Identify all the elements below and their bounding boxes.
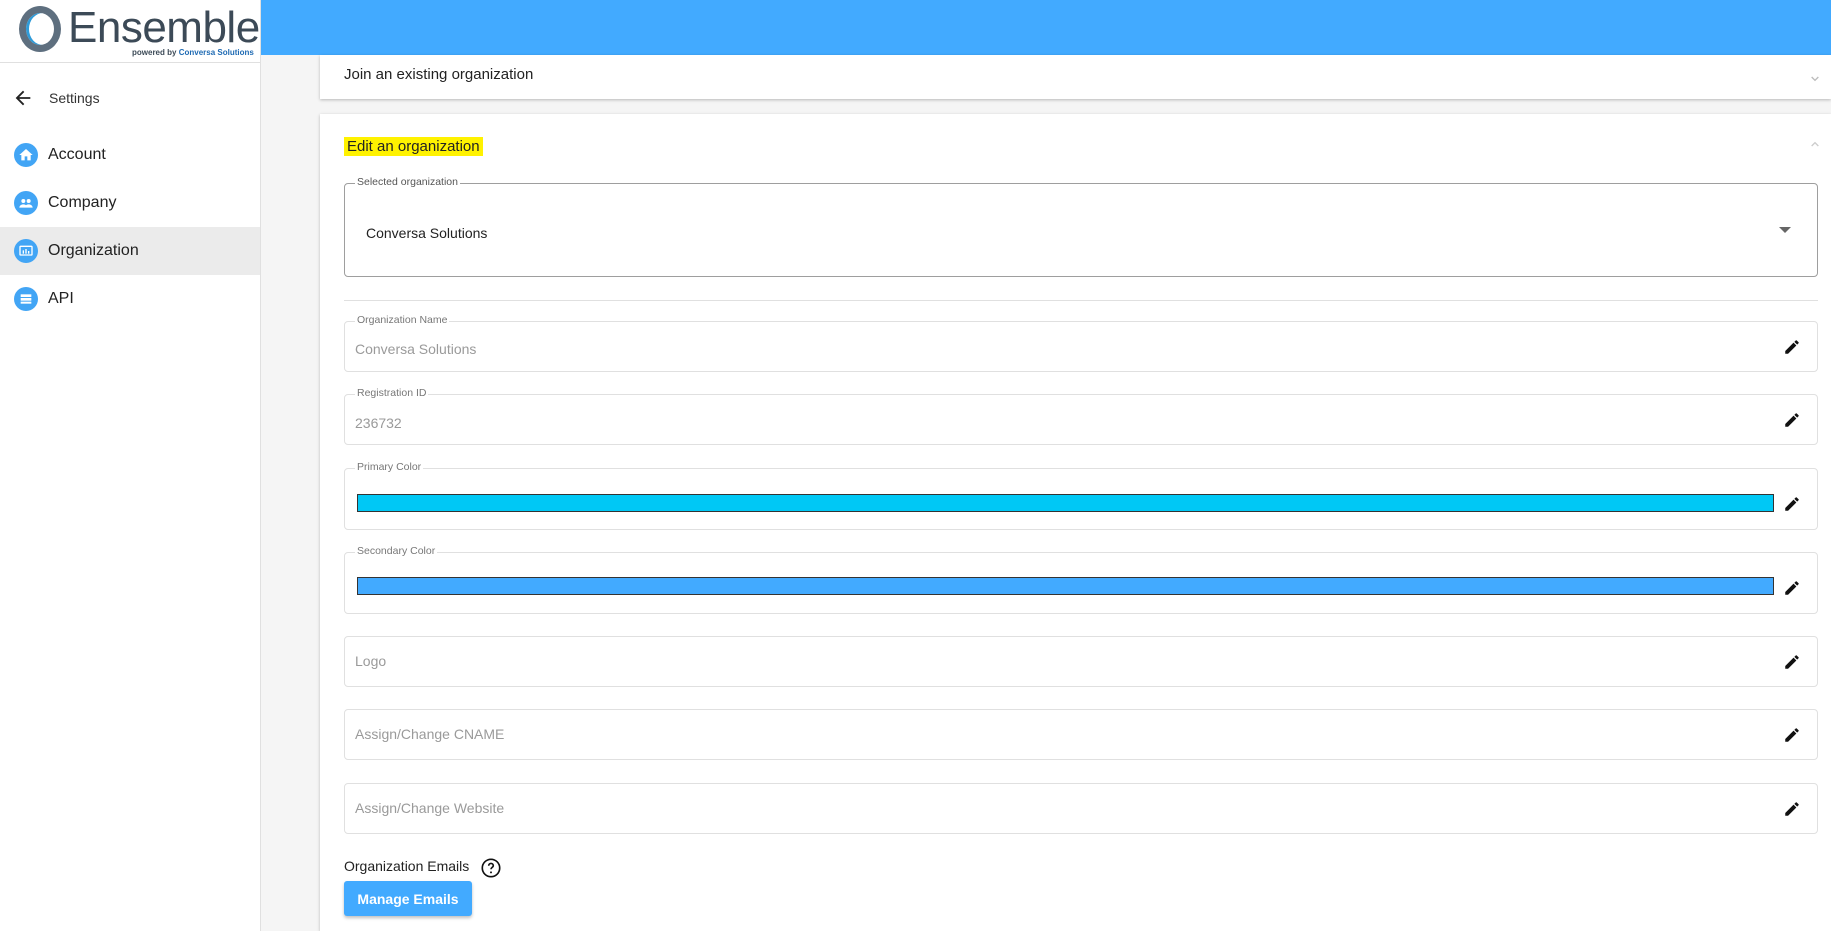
cname-field[interactable]: Assign/Change CNAME	[344, 709, 1818, 760]
sidebar-item-api[interactable]: API	[0, 275, 260, 323]
pencil-icon	[1785, 581, 1799, 595]
sidebar-item-label: Organization	[48, 242, 139, 259]
pencil-icon	[1785, 802, 1799, 816]
edit-secondary-color-button[interactable]	[1781, 577, 1803, 599]
cname-placeholder: Assign/Change CNAME	[355, 726, 505, 742]
join-organization-panel[interactable]: Join an existing organization	[320, 55, 1831, 99]
organization-emails-label: Organization Emails	[344, 858, 470, 874]
organization-icon	[14, 239, 38, 263]
panel-title: Join an existing organization	[344, 66, 534, 83]
chevron-down-icon[interactable]	[1807, 71, 1823, 87]
registration-id-value: 236732	[355, 415, 402, 431]
highlighted-title: Edit an organization	[344, 137, 483, 156]
primary-color-field[interactable]: Primary Color	[344, 461, 1818, 530]
sidebar: Ensemble powered by Conversa Solutions S…	[0, 0, 261, 931]
edit-logo-button[interactable]	[1781, 651, 1803, 673]
edit-primary-color-button[interactable]	[1781, 493, 1803, 515]
sidebar-item-company[interactable]: Company	[0, 179, 260, 227]
edit-organization-name-button[interactable]	[1781, 336, 1803, 358]
pencil-icon	[1785, 728, 1799, 742]
field-label: Primary Color	[355, 461, 424, 473]
logo-wordmark: Ensemble	[68, 3, 260, 52]
pencil-icon	[1785, 655, 1799, 669]
top-app-bar	[261, 0, 1831, 55]
edit-website-button[interactable]	[1781, 798, 1803, 820]
edit-cname-button[interactable]	[1781, 724, 1803, 746]
edit-registration-id-button[interactable]	[1781, 409, 1803, 431]
secondary-color-swatch[interactable]	[357, 577, 1774, 595]
sidebar-item-label: Account	[48, 146, 106, 163]
website-placeholder: Assign/Change Website	[355, 800, 505, 816]
people-icon	[14, 191, 38, 215]
pencil-icon	[1785, 340, 1799, 354]
settings-label: Settings	[49, 90, 100, 106]
sidebar-item-label: API	[48, 290, 74, 307]
organization-name-value: Conversa Solutions	[355, 341, 477, 357]
sidebar-item-label: Company	[48, 194, 117, 211]
primary-color-swatch[interactable]	[357, 494, 1774, 512]
registration-id-field[interactable]: Registration ID 236732	[344, 387, 1818, 445]
field-label: Organization Name	[355, 314, 450, 326]
divider	[344, 300, 1818, 301]
pencil-icon	[1785, 413, 1799, 427]
field-label: Registration ID	[355, 387, 429, 399]
sidebar-item-account[interactable]: Account	[0, 131, 260, 179]
website-field[interactable]: Assign/Change Website	[344, 783, 1818, 834]
help-icon[interactable]	[480, 857, 502, 879]
back-to-settings[interactable]: Settings	[12, 80, 100, 116]
logo-ring-icon	[19, 6, 61, 52]
logo-tagline: powered by Conversa Solutions	[132, 48, 254, 57]
chevron-up-icon[interactable]	[1807, 136, 1823, 152]
pencil-icon	[1785, 497, 1799, 511]
ensemble-logo: Ensemble powered by Conversa Solutions	[0, 0, 260, 63]
organization-name-field[interactable]: Organization Name Conversa Solutions	[344, 314, 1818, 372]
logo-placeholder: Logo	[355, 653, 387, 669]
api-icon	[14, 287, 38, 311]
selected-organization-select[interactable]: Selected organization Conversa Solutions	[344, 176, 1818, 277]
sidebar-item-organization[interactable]: Organization	[0, 227, 260, 275]
field-label: Selected organization	[355, 176, 460, 188]
home-icon	[14, 143, 38, 167]
selected-organization-value: Conversa Solutions	[366, 225, 488, 241]
secondary-color-field[interactable]: Secondary Color	[344, 545, 1818, 614]
dropdown-arrow-icon	[1779, 227, 1791, 233]
logo-field[interactable]: Logo	[344, 636, 1818, 687]
arrow-back-icon	[15, 90, 31, 106]
field-label: Secondary Color	[355, 545, 438, 557]
panel-title: Edit an organization	[344, 137, 483, 156]
manage-emails-button[interactable]: Manage Emails	[344, 881, 472, 916]
